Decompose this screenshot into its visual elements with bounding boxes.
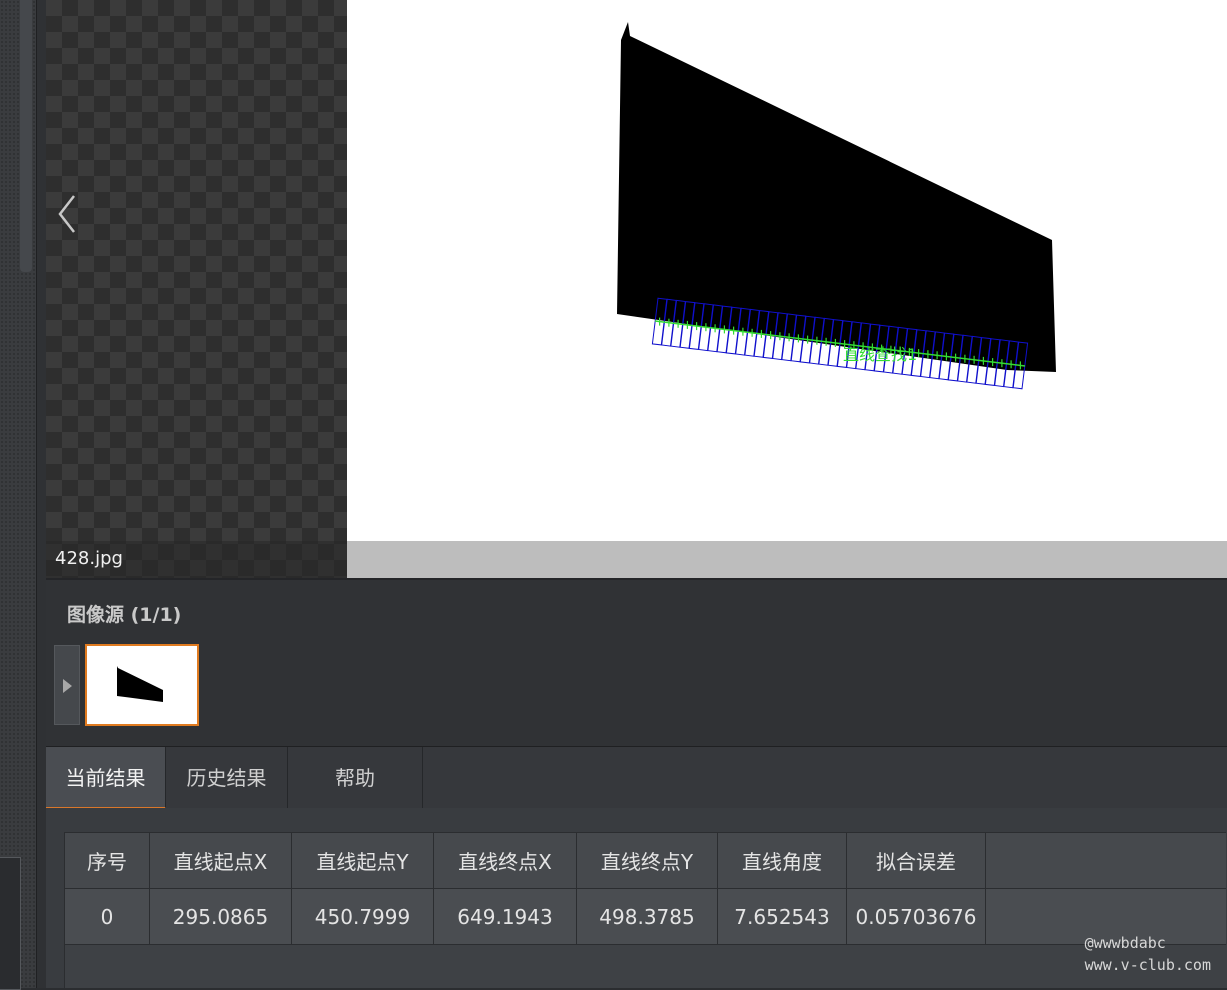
table-header-row: 序号 直线起点X 直线起点Y 直线终点X 直线终点Y 直线角度 拟合误差: [64, 832, 1226, 889]
cell-end-y: 498.3785: [576, 888, 718, 945]
cell-fit-error: 0.05703676: [846, 888, 986, 945]
image-source-panel: 图像源 (1/1): [46, 578, 1227, 748]
triangle-right-icon: [63, 679, 72, 693]
col-header-start-y[interactable]: 直线起点Y: [291, 832, 434, 889]
results-area: 序号 直线起点X 直线起点Y 直线终点X 直线终点Y 直线角度 拟合误差 0 2…: [46, 808, 1227, 988]
left-toolbar-rail: [0, 0, 36, 990]
watermark-line-1: @wwwbdabc: [1084, 934, 1166, 952]
thumbnail-expand-button[interactable]: [54, 645, 80, 725]
results-table: 序号 直线起点X 直线起点Y 直线终点X 直线终点Y 直线角度 拟合误差 0 2…: [64, 832, 1226, 945]
tab-current-results[interactable]: 当前结果: [46, 747, 166, 809]
cell-end-x: 649.1943: [433, 888, 577, 945]
cell-start-y: 450.7999: [291, 888, 434, 945]
overlay-label: 直线查找1: [843, 345, 917, 364]
image-thumbnail[interactable]: [85, 644, 199, 726]
watermark: @wwwbdabc www.v-club.com: [1085, 932, 1211, 976]
table-empty-area: [64, 945, 1227, 988]
col-header-empty: [985, 832, 1226, 889]
tab-help[interactable]: 帮助: [288, 747, 423, 809]
thumbnail-preview: [117, 666, 163, 702]
col-header-start-x[interactable]: 直线起点X: [149, 832, 292, 889]
result-tabs: 当前结果 历史结果 帮助: [46, 746, 1227, 810]
image-bottom-strip: [347, 541, 1227, 578]
col-header-end-x[interactable]: 直线终点X: [433, 832, 577, 889]
image-canvas[interactable]: 直线查找1: [347, 0, 1227, 541]
cell-angle: 7.652543: [717, 888, 847, 945]
chevron-left-icon: [58, 195, 75, 233]
image-viewer: 直线查找1 428.jpg: [46, 0, 1227, 578]
cell-index: 0: [64, 888, 150, 945]
col-header-fit-error[interactable]: 拟合误差: [846, 832, 986, 889]
cell-start-x: 295.0865: [149, 888, 292, 945]
image-source-title: 图像源 (1/1): [67, 604, 182, 626]
previous-image-button[interactable]: [56, 192, 80, 236]
col-header-index[interactable]: 序号: [64, 832, 150, 889]
table-row[interactable]: 0 295.0865 450.7999 649.1943 498.3785 7.…: [64, 888, 1226, 945]
col-header-angle[interactable]: 直线角度: [717, 832, 847, 889]
rail-scrollbar[interactable]: [20, 0, 32, 272]
col-header-end-y[interactable]: 直线终点Y: [576, 832, 718, 889]
rail-panel: [0, 857, 21, 990]
image-file-name: 428.jpg: [46, 541, 347, 578]
tab-history-results[interactable]: 历史结果: [166, 747, 288, 809]
transparent-background: [46, 0, 347, 578]
watermark-line-2: www.v-club.com: [1084, 956, 1211, 974]
